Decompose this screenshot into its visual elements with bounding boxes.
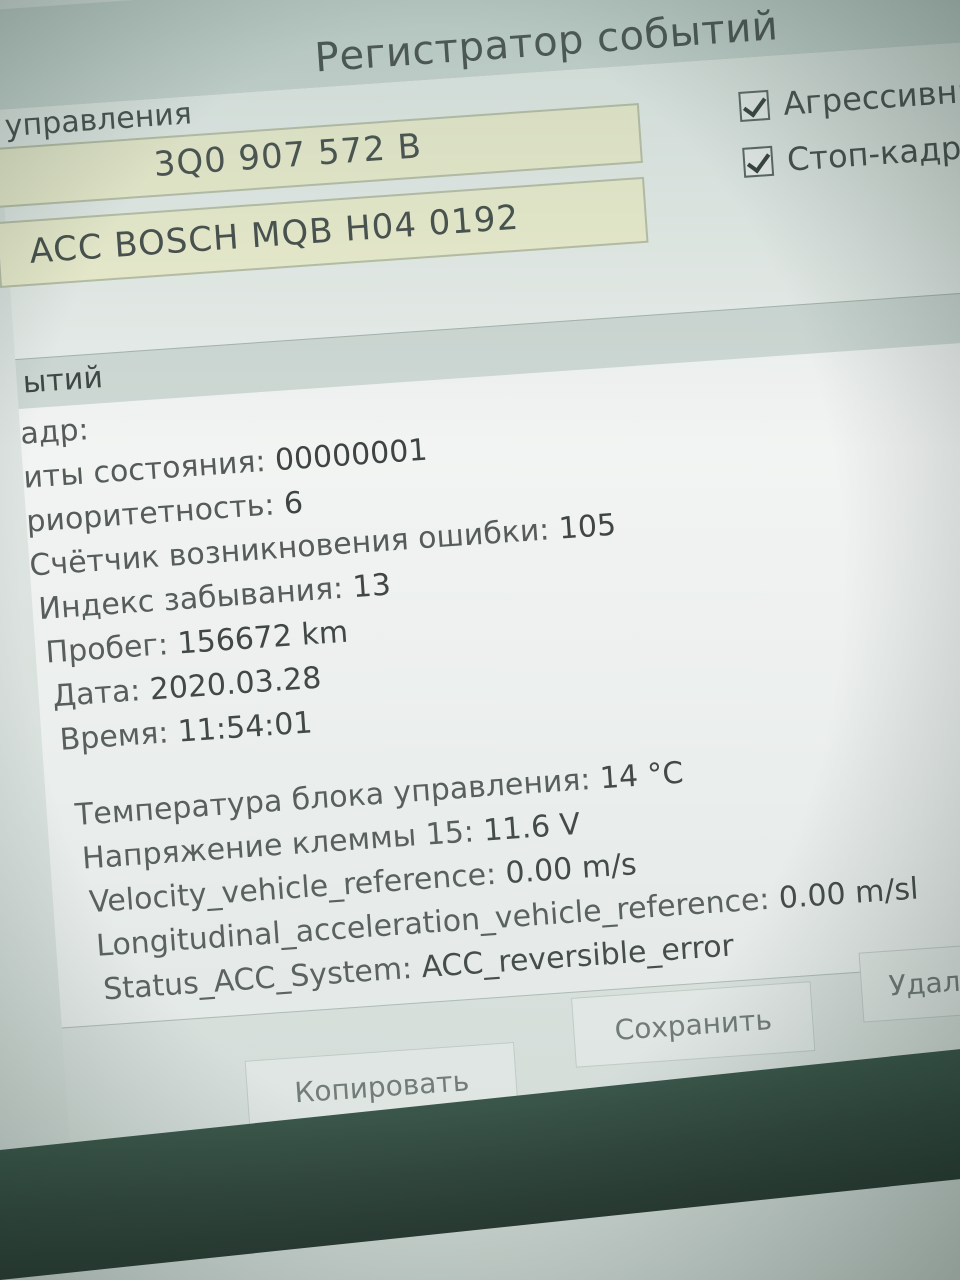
save-button[interactable]: Сохранить [571, 981, 816, 1068]
aggressive-mode-option[interactable]: Агрессивны [738, 71, 960, 126]
forget-index-value: 13 [351, 567, 393, 606]
terminal-voltage-value: 11.6 V [482, 806, 582, 849]
mileage-label: Пробег: [44, 627, 170, 671]
date-label: Дата: [51, 673, 142, 715]
long-accel-value: 0.00 m/sl [777, 871, 920, 917]
freeze-frame-option[interactable]: Стоп-кадр [742, 129, 960, 182]
part-number-value: 3Q0 907 572 B [152, 126, 424, 185]
freeze-frame-heading: адр: [19, 412, 90, 452]
priority-value: 6 [282, 485, 305, 522]
aggressive-mode-checkbox[interactable] [738, 89, 771, 122]
date-line: Дата: 2020.03.28 [52, 661, 323, 715]
event-recorder-window: Регистратор событий управления 3Q0 907 5… [0, 0, 960, 1149]
time-value: 11:54:01 [176, 705, 314, 750]
velocity-value: 0.00 m/s [504, 847, 638, 892]
ecu-temp-value: 14 °C [598, 755, 685, 797]
error-counter-value: 105 [557, 507, 618, 547]
photo-stage: Регистратор событий управления 3Q0 907 5… [0, 0, 960, 1280]
freeze-frame-label: Стоп-кадр [785, 128, 960, 179]
event-details-box[interactable]: адр: иты состояния: 00000001 риоритетнос… [18, 339, 960, 1028]
component-value: ACC BOSCH MQB H04 0192 [28, 197, 521, 272]
time-label: Время: [58, 715, 170, 758]
aggressive-mode-label: Агрессивны [781, 71, 960, 123]
events-section-label: ытий [21, 360, 104, 401]
time-line: Время: 11:54:01 [59, 705, 314, 758]
status-bits-value: 00000001 [273, 432, 429, 479]
date-value: 2020.03.28 [148, 660, 323, 708]
freeze-frame-checkbox[interactable] [742, 145, 775, 178]
priority-label: риоритетность: [25, 487, 276, 540]
status-bits-label: иты состояния: [22, 443, 267, 496]
mileage-value: 156672 km [176, 614, 350, 662]
